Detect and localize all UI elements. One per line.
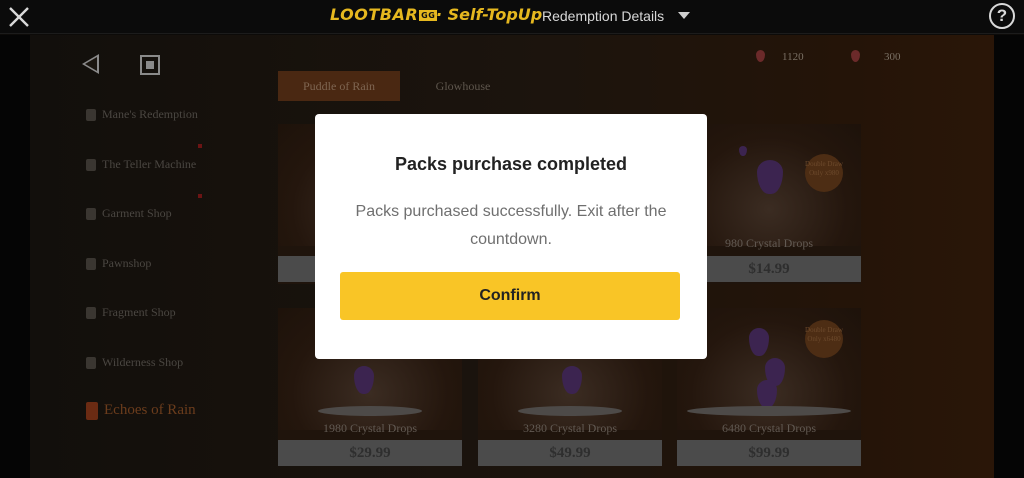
- shop-icon: [86, 109, 96, 122]
- shop-icon: [86, 258, 96, 271]
- tab-puddle-of-rain[interactable]: Puddle of Rain: [278, 71, 400, 101]
- splash-icon: [687, 406, 851, 416]
- crystal-drop-icon: [739, 146, 747, 156]
- product-name: 1980 Crystal Drops: [323, 421, 417, 435]
- sidebar-item-fragment-shop[interactable]: Fragment Shop: [86, 300, 246, 324]
- sidebar-item-label: Wilderness Shop: [102, 355, 184, 369]
- splash-icon: [518, 406, 622, 416]
- sidebar-item-manes-redemption[interactable]: Mane's Redemption: [86, 102, 246, 126]
- shop-icon: [86, 357, 96, 370]
- sidebar-item-label: Garment Shop: [102, 206, 172, 220]
- sidebar-item-teller-machine[interactable]: The Teller Machine: [86, 152, 246, 176]
- currency-amount: 1120: [782, 51, 804, 63]
- splash-icon: [318, 406, 422, 416]
- dialog-message: Packs purchased successfully. Exit after…: [355, 203, 667, 248]
- product-name: 6480 Crystal Drops: [722, 421, 816, 435]
- brand-logo: LOOTBAR GG: [330, 5, 438, 24]
- close-icon[interactable]: [6, 4, 32, 30]
- sidebar-item-label: Fragment Shop: [102, 305, 176, 319]
- top-bar: LOOTBAR GG · Self-TopUp Redemption Detail…: [0, 0, 1024, 34]
- shop-icon: [86, 159, 96, 172]
- sidebar-item-pawnshop[interactable]: Pawnshop: [86, 251, 246, 275]
- product-price: $29.99: [278, 440, 462, 466]
- crystal-icon: [757, 380, 777, 408]
- sidebar-item-garment-shop[interactable]: Garment Shop: [86, 201, 246, 225]
- sidebar-item-label: The Teller Machine: [102, 157, 197, 171]
- shop-icon: [86, 208, 96, 221]
- sidebar-item-label: Pawnshop: [102, 256, 152, 270]
- crystal-icon: [354, 366, 374, 394]
- double-draw-badge: Double Draw Only x980: [805, 154, 843, 192]
- sidebar-item-label: Echoes of Rain: [104, 402, 196, 418]
- chevron-down-icon[interactable]: [678, 12, 690, 19]
- brand-tagline-text: Self-TopUp: [447, 5, 543, 24]
- left-border: [0, 35, 30, 478]
- crystal-icon: [749, 328, 769, 356]
- double-draw-badge: Double Draw Only x6480: [805, 320, 843, 358]
- sidebar-item-wilderness-shop[interactable]: Wilderness Shop: [86, 350, 246, 374]
- product-name: 3280 Crystal Drops: [523, 421, 617, 435]
- shop-icon: [86, 307, 96, 320]
- confirm-button[interactable]: Confirm: [340, 272, 680, 320]
- tab-glowhouse[interactable]: Glowhouse: [420, 71, 506, 101]
- brand-tagline: · Self-TopUp: [436, 5, 542, 24]
- dialog-title: Packs purchase completed: [394, 154, 628, 174]
- brand-separator: ·: [436, 5, 443, 24]
- purchase-complete-dialog: Packs purchase completed Packs purchased…: [315, 114, 707, 359]
- product-price: $99.99: [677, 440, 861, 466]
- brand-badge: GG: [419, 10, 438, 21]
- page-title[interactable]: Redemption Details: [542, 8, 664, 24]
- sidebar-item-label: Mane's Redemption: [102, 107, 198, 121]
- notification-dot: [198, 144, 202, 148]
- crystal-icon: [757, 160, 783, 194]
- sidebar-item-echoes-of-rain[interactable]: Echoes of Rain: [86, 398, 246, 422]
- back-icon[interactable]: [82, 54, 99, 74]
- right-border: [994, 35, 1024, 478]
- crystal-icon: [562, 366, 582, 394]
- currency-amount: 300: [884, 51, 901, 63]
- notification-dot: [198, 194, 202, 198]
- home-square-icon[interactable]: [140, 55, 160, 75]
- shop-icon: [86, 401, 98, 420]
- product-price: $49.99: [478, 440, 662, 466]
- help-icon[interactable]: ?: [989, 3, 1015, 29]
- brand-name: LOOTBAR: [330, 5, 419, 24]
